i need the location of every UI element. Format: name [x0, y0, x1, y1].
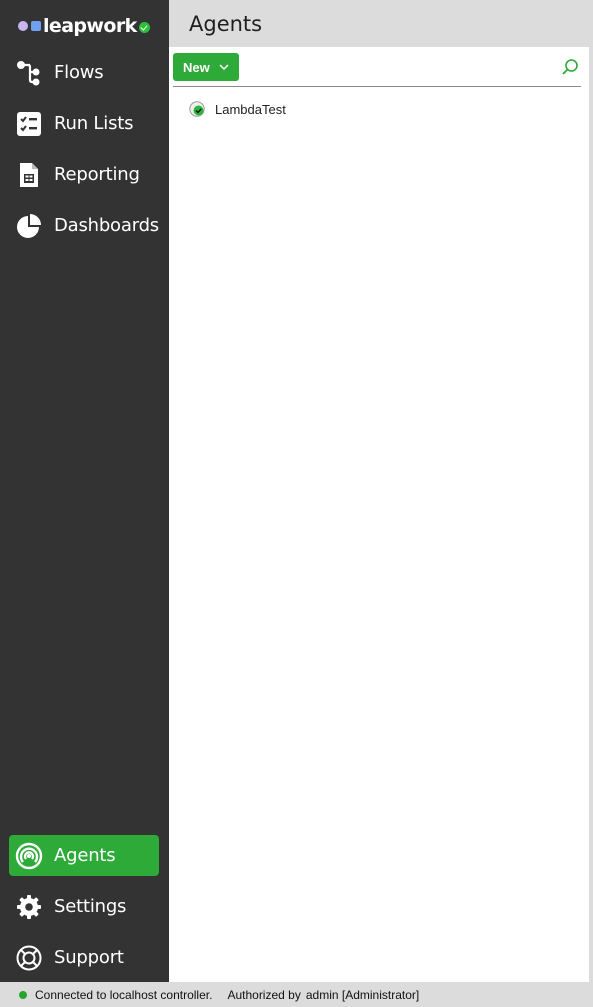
chevron-down-icon: [219, 58, 229, 76]
sidebar: leapwork Flows Run Lists Reporting Dashb…: [0, 0, 169, 982]
sidebar-item-settings[interactable]: Settings: [9, 886, 159, 927]
sidebar-item-flows[interactable]: Flows: [9, 52, 159, 93]
leapwork-logo[interactable]: leapwork: [18, 14, 150, 38]
reporting-icon: [15, 161, 43, 189]
search-icon[interactable]: [561, 58, 579, 76]
sidebar-item-label: Flows: [54, 62, 104, 83]
connection-status-text: Connected to localhost controller.: [35, 987, 213, 1002]
sidebar-item-support[interactable]: Support: [9, 937, 159, 978]
dashboards-icon: [15, 212, 43, 240]
auth-label: Authorized by: [227, 987, 301, 1002]
page-header: Agents: [169, 0, 589, 47]
sidebar-item-run-lists[interactable]: Run Lists: [9, 103, 159, 144]
sidebar-item-label: Dashboards: [53, 215, 159, 236]
sidebar-item-agents[interactable]: Agents: [9, 835, 159, 876]
logo-dot-icon: [18, 21, 28, 31]
agent-list-item[interactable]: LambdaTest: [189, 99, 286, 119]
agent-name: LambdaTest: [215, 101, 286, 117]
logo-text: leapwork: [43, 15, 137, 37]
page-title: Agents: [189, 12, 263, 36]
lifebuoy-icon: [15, 944, 43, 972]
sidebar-item-reporting[interactable]: Reporting: [9, 154, 159, 195]
auth-user: admin [Administrator]: [305, 987, 420, 1002]
sidebar-item-label: Settings: [54, 896, 127, 917]
sidebar-item-label: Run Lists: [54, 113, 134, 134]
agents-icon: [15, 842, 43, 870]
status-bar: Connected to localhost controller. Autho…: [0, 982, 593, 1007]
agent-connected-icon: [189, 101, 205, 117]
sidebar-item-dashboards[interactable]: Dashboards: [9, 205, 159, 246]
logo-check-icon: [138, 22, 150, 33]
logo-square-icon: [31, 21, 41, 31]
new-button[interactable]: New: [173, 53, 239, 81]
gear-icon: [15, 893, 43, 921]
flows-icon: [15, 59, 43, 87]
toolbar-divider: [173, 86, 581, 87]
sidebar-item-label: Reporting: [54, 164, 140, 185]
sidebar-item-label: Agents: [54, 845, 116, 866]
scroll-gutter: [589, 0, 593, 982]
run-lists-icon: [15, 110, 43, 138]
new-button-label: New: [183, 59, 210, 75]
sidebar-item-label: Support: [54, 947, 124, 968]
connection-status-icon: [19, 990, 27, 999]
main-panel: Agents New LambdaTest: [169, 0, 589, 982]
